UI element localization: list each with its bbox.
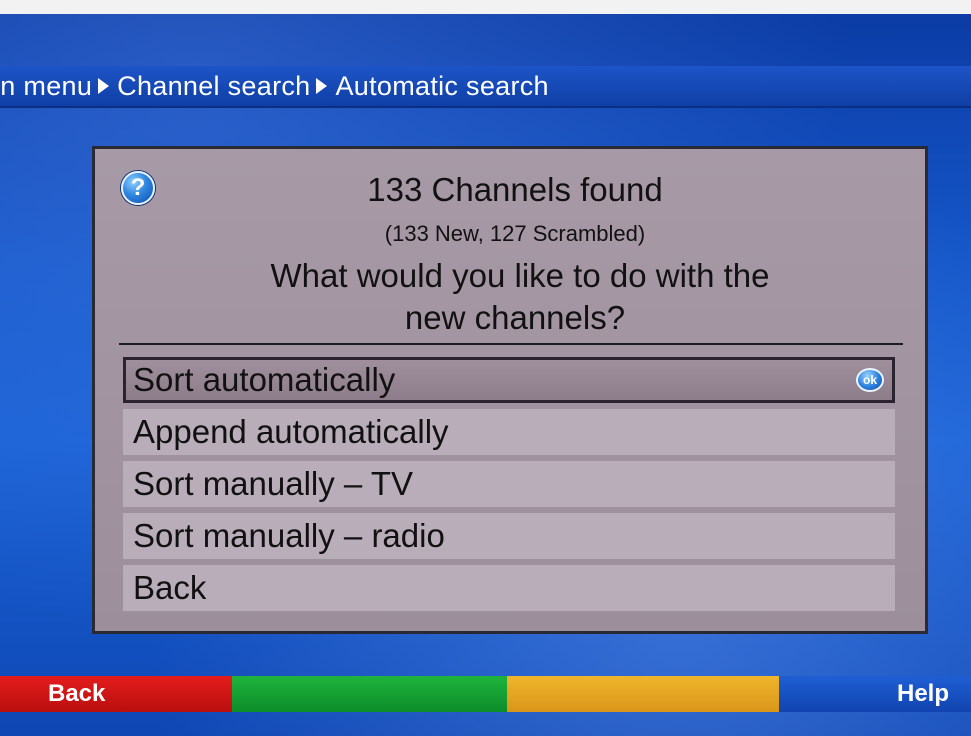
option-label: Sort manually – TV xyxy=(133,465,414,502)
channels-found-dialog: ? 133 Channels found (133 New, 127 Scram… xyxy=(92,146,928,634)
option-label: Sort automatically xyxy=(133,361,396,398)
breadcrumb-item-main-menu[interactable]: in menu xyxy=(0,71,92,102)
option-sort-manually-tv[interactable]: Sort manually – TV xyxy=(123,461,895,507)
option-back[interactable]: Back xyxy=(123,565,895,611)
breadcrumb-arrow-icon xyxy=(98,78,110,94)
option-label: Append automatically xyxy=(133,413,449,450)
dialog-question-line2: new channels? xyxy=(404,299,626,336)
red-back-button[interactable]: Back xyxy=(0,676,232,712)
tv-screen: in menu Channel search Automatic search … xyxy=(0,0,971,736)
dialog-question-line1: What would you like to do with the xyxy=(270,257,770,294)
blue-button-label: Help xyxy=(896,680,949,707)
ok-icon: ok xyxy=(856,368,884,392)
option-sort-manually-radio[interactable]: Sort manually – radio xyxy=(123,513,895,559)
green-button[interactable] xyxy=(232,676,507,712)
option-label: Back xyxy=(133,569,207,606)
screen-bezel xyxy=(0,0,971,14)
breadcrumb: in menu Channel search Automatic search xyxy=(0,66,971,108)
breadcrumb-item-channel-search[interactable]: Channel search xyxy=(117,71,310,102)
option-label: Sort manually – radio xyxy=(133,517,445,554)
breadcrumb-item-automatic-search: Automatic search xyxy=(335,70,549,101)
dialog-title: 133 Channels found xyxy=(367,171,663,208)
option-sort-automatically[interactable]: Sort automatically ok xyxy=(123,357,895,403)
yellow-button[interactable] xyxy=(507,676,779,712)
option-append-automatically[interactable]: Append automatically xyxy=(123,409,895,455)
color-button-bar: Back Help xyxy=(0,676,971,712)
red-button-label: Back xyxy=(48,680,106,707)
option-list: Sort automatically ok Append automatical… xyxy=(123,357,895,617)
dialog-divider xyxy=(119,343,903,345)
breadcrumb-arrow-icon xyxy=(316,78,328,94)
breadcrumb-items: in menu Channel search Automatic search xyxy=(0,71,549,102)
dialog-subtitle: (133 New, 127 Scrambled) xyxy=(384,221,646,246)
blue-help-button[interactable]: Help xyxy=(779,676,971,712)
